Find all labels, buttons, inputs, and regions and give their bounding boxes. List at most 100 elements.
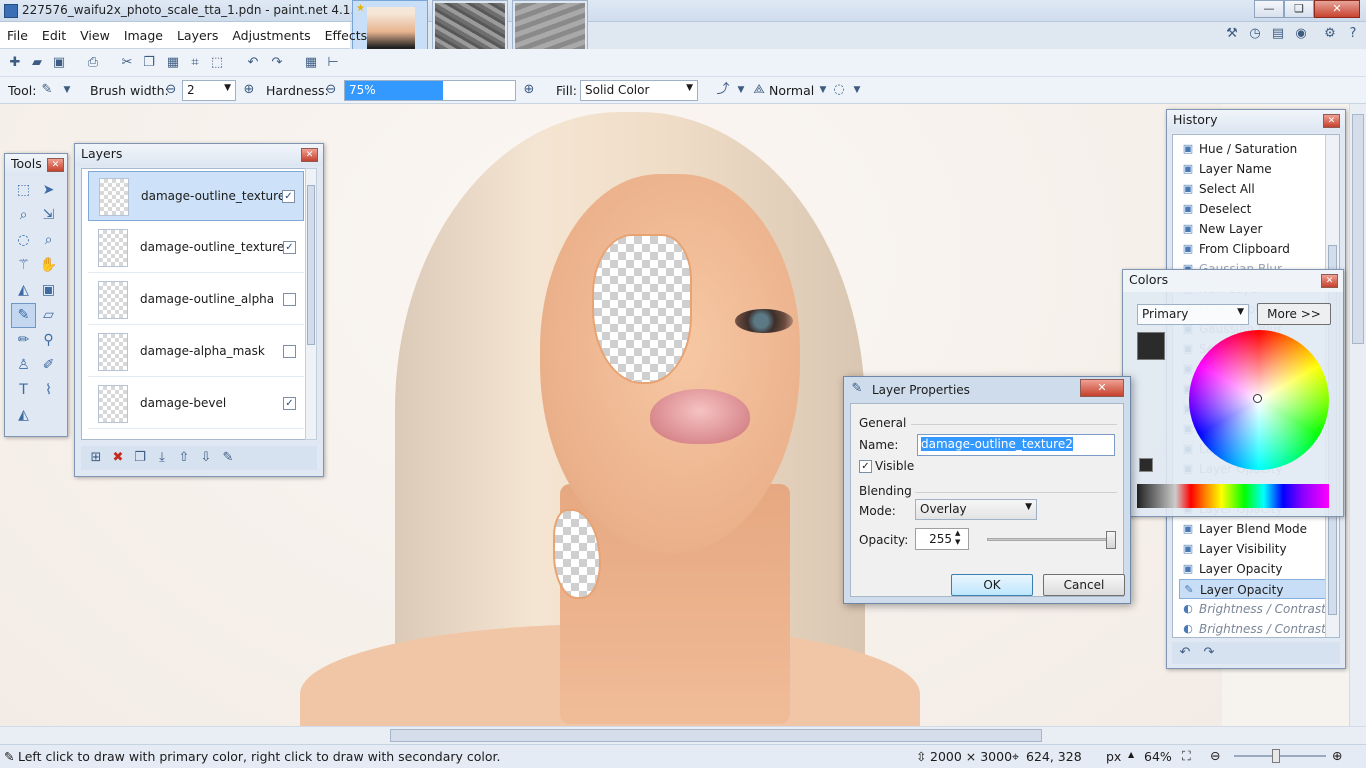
paintbrush-icon[interactable]: ✎ xyxy=(11,303,36,328)
redo-icon[interactable]: ↷ xyxy=(268,54,286,72)
units-select[interactable]: px xyxy=(1106,749,1121,764)
add-color-icon[interactable] xyxy=(1139,458,1153,472)
color-palette[interactable] xyxy=(1137,484,1329,508)
menu-image[interactable]: Image xyxy=(117,22,170,49)
gradient-icon[interactable]: ▣ xyxy=(36,278,61,303)
blend-mode-dropdown[interactable]: Overlay ▼ xyxy=(915,499,1037,520)
menu-view[interactable]: View xyxy=(73,22,117,49)
color-wheel[interactable] xyxy=(1189,330,1329,470)
cut-icon[interactable]: ✂ xyxy=(118,54,136,72)
minimize-button[interactable]: — xyxy=(1254,0,1284,18)
layer-visibility-checkbox[interactable]: ✓ xyxy=(283,241,296,254)
history-item[interactable]: ▣ Layer Name xyxy=(1179,159,1327,179)
color-mode-select[interactable]: Primary ▼ xyxy=(1137,304,1249,325)
crop-icon[interactable]: ⌗ xyxy=(186,54,204,72)
decrease-brush-icon[interactable]: ⊖ xyxy=(162,81,180,99)
history-item[interactable]: ▣ From Clipboard xyxy=(1179,239,1327,259)
layer-visibility-checkbox[interactable]: ✓ xyxy=(283,397,296,410)
move-layer-up-icon[interactable]: ⇧ xyxy=(175,449,193,467)
menu-file[interactable]: File xyxy=(0,22,35,49)
chevron-up-icon[interactable]: ▲ xyxy=(1128,750,1134,759)
history-item[interactable]: ◐ Brightness / Contrast xyxy=(1179,619,1327,637)
opacity-slider-thumb[interactable] xyxy=(1106,531,1116,549)
history-undo-icon[interactable]: ↶ xyxy=(1176,644,1194,662)
color-wheel-cursor[interactable] xyxy=(1253,394,1262,403)
menu-layers[interactable]: Layers xyxy=(170,22,225,49)
chevron-down-icon[interactable]: ▼ xyxy=(732,81,750,99)
pencil-icon[interactable]: ✏ xyxy=(11,328,36,353)
history-window-icon[interactable]: ◷ xyxy=(1245,24,1265,44)
layer-visibility-checkbox[interactable] xyxy=(283,293,296,306)
paintbrush-tool-icon[interactable]: ✎ xyxy=(38,81,56,99)
history-item[interactable]: ▣ Select All xyxy=(1179,179,1327,199)
opacity-input[interactable]: 255 xyxy=(915,528,969,550)
selection-mode-icon[interactable]: ◌ xyxy=(830,81,848,99)
chevron-down-icon[interactable]: ▼ xyxy=(848,81,866,99)
history-item[interactable]: ✎ Layer Opacity xyxy=(1179,579,1327,599)
layer-visibility-checkbox[interactable] xyxy=(283,345,296,358)
text-icon[interactable]: T xyxy=(11,378,36,403)
tools-close-button[interactable]: ✕ xyxy=(47,158,64,172)
visible-checkbox[interactable]: ✓ xyxy=(859,460,872,473)
layers-close-button[interactable]: ✕ xyxy=(301,148,318,162)
layer-name-input[interactable]: damage-outline_texture2 xyxy=(917,434,1115,456)
history-item[interactable]: ▣ New Layer xyxy=(1179,219,1327,239)
move-selected-icon[interactable]: ⇲ xyxy=(36,203,61,228)
vertical-scroll-thumb[interactable] xyxy=(1352,114,1364,344)
paint-bucket-icon[interactable]: ◭ xyxy=(11,278,36,303)
zoom-slider[interactable] xyxy=(1234,749,1326,763)
horizontal-scrollbar[interactable] xyxy=(0,726,1366,744)
rectangle-select-icon[interactable]: ⬚ xyxy=(11,178,36,203)
hardness-slider[interactable]: 75% xyxy=(344,80,516,101)
add-layer-icon[interactable]: ⊞ xyxy=(87,449,105,467)
help-icon[interactable]: ? xyxy=(1343,24,1363,44)
lasso-icon[interactable]: ⌕ xyxy=(11,203,36,228)
pan-icon[interactable]: ✋ xyxy=(36,253,61,278)
ellipse-select-icon[interactable]: ◌ xyxy=(11,228,36,253)
brush-width-input[interactable]: 2 ▼ xyxy=(182,80,236,101)
undo-icon[interactable]: ↶ xyxy=(244,54,262,72)
ruler-icon[interactable]: ⊢ xyxy=(324,54,342,72)
dialog-close-button[interactable]: ✕ xyxy=(1080,379,1124,397)
merge-down-icon[interactable]: ⤓ xyxy=(153,449,171,467)
history-item[interactable]: ▣ Layer Opacity xyxy=(1179,559,1327,579)
layer-row[interactable]: damage-alpha_mask xyxy=(88,327,304,377)
line-curve-icon[interactable]: ⌇ xyxy=(36,378,61,403)
recolor-icon[interactable]: ✐ xyxy=(36,353,61,378)
new-file-icon[interactable]: ✚ xyxy=(6,54,24,72)
layer-row[interactable]: damage-outline_texture1 ✓ xyxy=(88,223,304,273)
colors-close-button[interactable]: ✕ xyxy=(1321,274,1338,288)
layer-row[interactable]: damage-outline_texture2 ✓ xyxy=(88,171,304,221)
zoom-fit-icon[interactable]: ⛶ xyxy=(1182,748,1191,764)
magic-wand-icon[interactable]: ⚚ xyxy=(11,253,36,278)
increase-brush-icon[interactable]: ⊕ xyxy=(240,81,258,99)
print-icon[interactable]: ⎙ xyxy=(84,54,102,72)
shapes-icon[interactable]: ◭ xyxy=(11,403,36,428)
zoom-in-icon[interactable]: ⊕ xyxy=(1332,748,1342,763)
history-item[interactable]: ▣ Hue / Saturation xyxy=(1179,139,1327,159)
layers-scroll-thumb[interactable] xyxy=(307,185,315,345)
menu-effects[interactable]: Effects xyxy=(318,22,375,49)
eraser-icon[interactable]: ▱ xyxy=(36,303,61,328)
menu-adjustments[interactable]: Adjustments xyxy=(225,22,317,49)
layer-row[interactable]: damage-outline_alpha xyxy=(88,275,304,325)
menu-edit[interactable]: Edit xyxy=(35,22,73,49)
history-item[interactable]: ▣ Deselect xyxy=(1179,199,1327,219)
vertical-scrollbar[interactable] xyxy=(1349,104,1366,726)
tools-window-icon[interactable]: ⚒ xyxy=(1222,24,1242,44)
layer-row[interactable]: damage-bevel ✓ xyxy=(88,379,304,429)
chevron-down-icon[interactable]: ▼ xyxy=(58,81,76,99)
copy-icon[interactable]: ❐ xyxy=(140,54,158,72)
layer-visibility-checkbox[interactable]: ✓ xyxy=(282,190,295,203)
history-close-button[interactable]: ✕ xyxy=(1323,114,1340,128)
horizontal-scroll-thumb[interactable] xyxy=(390,729,1042,742)
increase-hardness-icon[interactable]: ⊕ xyxy=(520,81,538,99)
open-folder-icon[interactable]: ▰ xyxy=(28,54,46,72)
blend-mode-select[interactable]: Normal xyxy=(769,83,814,98)
history-item[interactable]: ▣ Layer Visibility xyxy=(1179,539,1327,559)
colors-window-icon[interactable]: ◉ xyxy=(1291,24,1311,44)
ok-button[interactable]: OK xyxy=(951,574,1033,596)
antialias-icon[interactable]: ⤴ xyxy=(714,81,732,99)
cancel-button[interactable]: Cancel xyxy=(1043,574,1125,596)
layers-window-icon[interactable]: ▤ xyxy=(1268,24,1288,44)
